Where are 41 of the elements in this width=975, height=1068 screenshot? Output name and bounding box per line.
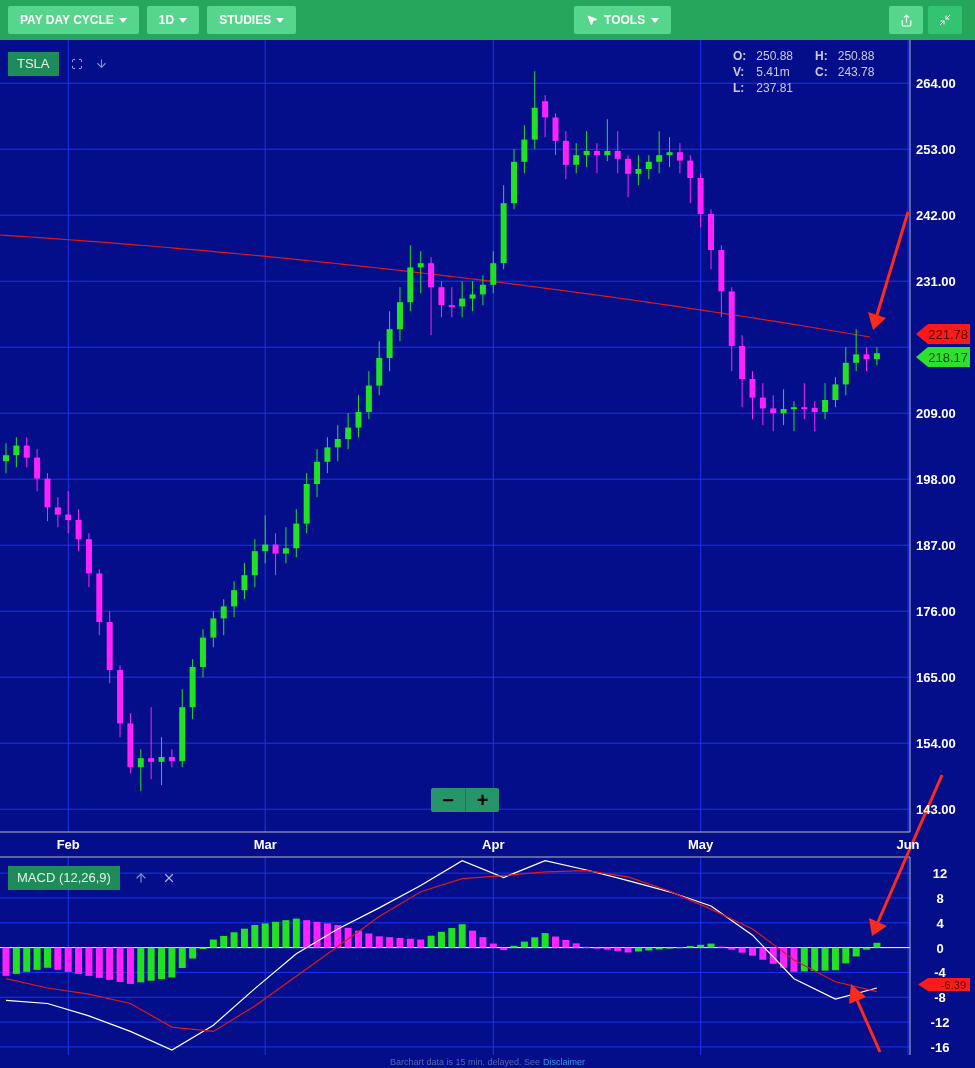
price-axis-label: 165.00 <box>916 670 956 686</box>
price-axis-label: 198.00 <box>916 472 956 488</box>
quote-value: 237.81 <box>756 80 795 96</box>
quote-label: L: <box>733 80 746 96</box>
zoom-button[interactable]: − <box>431 788 465 812</box>
quote-label: H: <box>815 48 828 64</box>
price-tag: -6.39 <box>918 978 970 991</box>
macd-axis-label: 4 <box>936 915 944 931</box>
quote-value: 250.88 <box>756 48 795 64</box>
disclaimer-link[interactable]: Disclaimer <box>543 1056 586 1068</box>
price-axis-label: 187.00 <box>916 538 956 554</box>
price-axis-label: 264.00 <box>916 76 956 92</box>
quote-value: 5.41m <box>756 64 791 80</box>
date-axis-label: Mar <box>253 837 277 852</box>
price-axis-label: 242.00 <box>916 208 956 224</box>
quote-label: O: <box>733 48 747 64</box>
price-tag: 218.17 <box>916 347 970 367</box>
price-axis-label: 176.00 <box>916 604 956 620</box>
macd-axis-label: 0 <box>936 940 944 956</box>
study-badge[interactable]: MACD (12,26,9) <box>8 866 120 890</box>
date-axis-label: Apr <box>482 837 505 852</box>
symbol-badge[interactable]: TSLA <box>8 52 59 76</box>
macd-axis-label: -8 <box>934 990 946 1006</box>
quote-value: 243.78 <box>837 64 875 80</box>
date-axis-label: Feb <box>56 837 80 852</box>
price-axis-label: 209.00 <box>916 406 956 422</box>
quote-label: V: <box>733 64 746 80</box>
macd-axis-label: -16 <box>930 1039 950 1055</box>
footer-note: Barchart data is 15 min. delayed. See <box>389 1056 541 1068</box>
price-tag: 221.78 <box>916 324 970 344</box>
zoom-button[interactable]: + <box>465 788 499 812</box>
date-axis-label: May <box>688 837 714 852</box>
quote-value: 250.88 <box>837 48 875 64</box>
price-axis-label: 231.00 <box>916 274 956 290</box>
macd-axis-label: 12 <box>932 866 948 882</box>
quote-label: C: <box>815 64 828 80</box>
macd-axis-label: -4 <box>934 965 946 981</box>
price-axis-label: 253.00 <box>916 142 956 158</box>
macd-axis-label: -12 <box>930 1015 950 1031</box>
price-axis-label: 154.00 <box>916 736 956 752</box>
macd-axis-label: 8 <box>936 890 944 906</box>
